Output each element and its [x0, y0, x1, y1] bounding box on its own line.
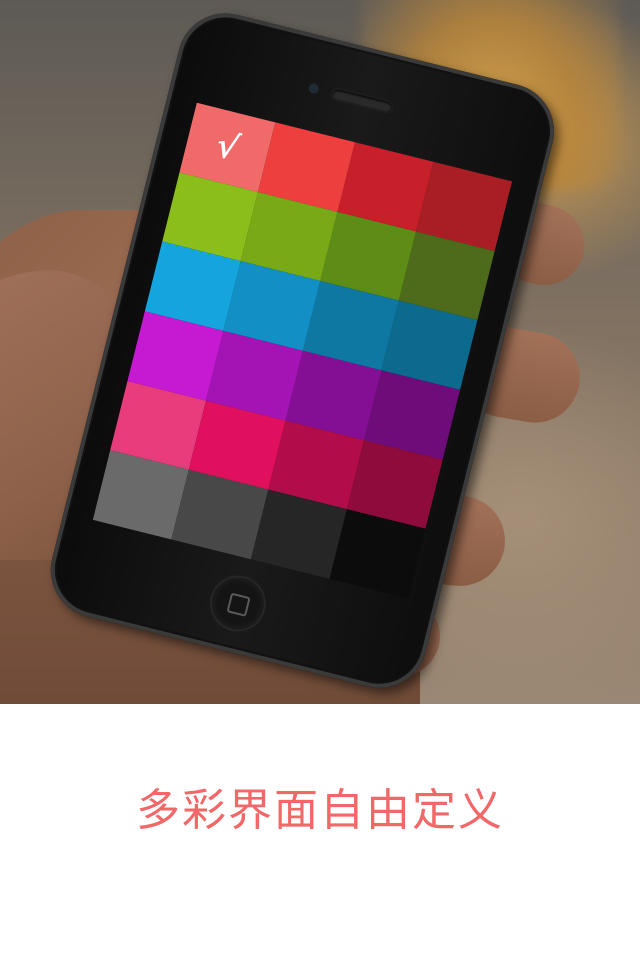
phone-mockup: √ [40, 3, 565, 698]
selected-check-icon: √ [211, 125, 244, 170]
caption-area: 多彩界面自由定义 [0, 704, 640, 960]
home-square-icon [226, 592, 251, 617]
hero-photo: √ [0, 0, 640, 704]
caption-title: 多彩界面自由定义 [136, 785, 504, 836]
